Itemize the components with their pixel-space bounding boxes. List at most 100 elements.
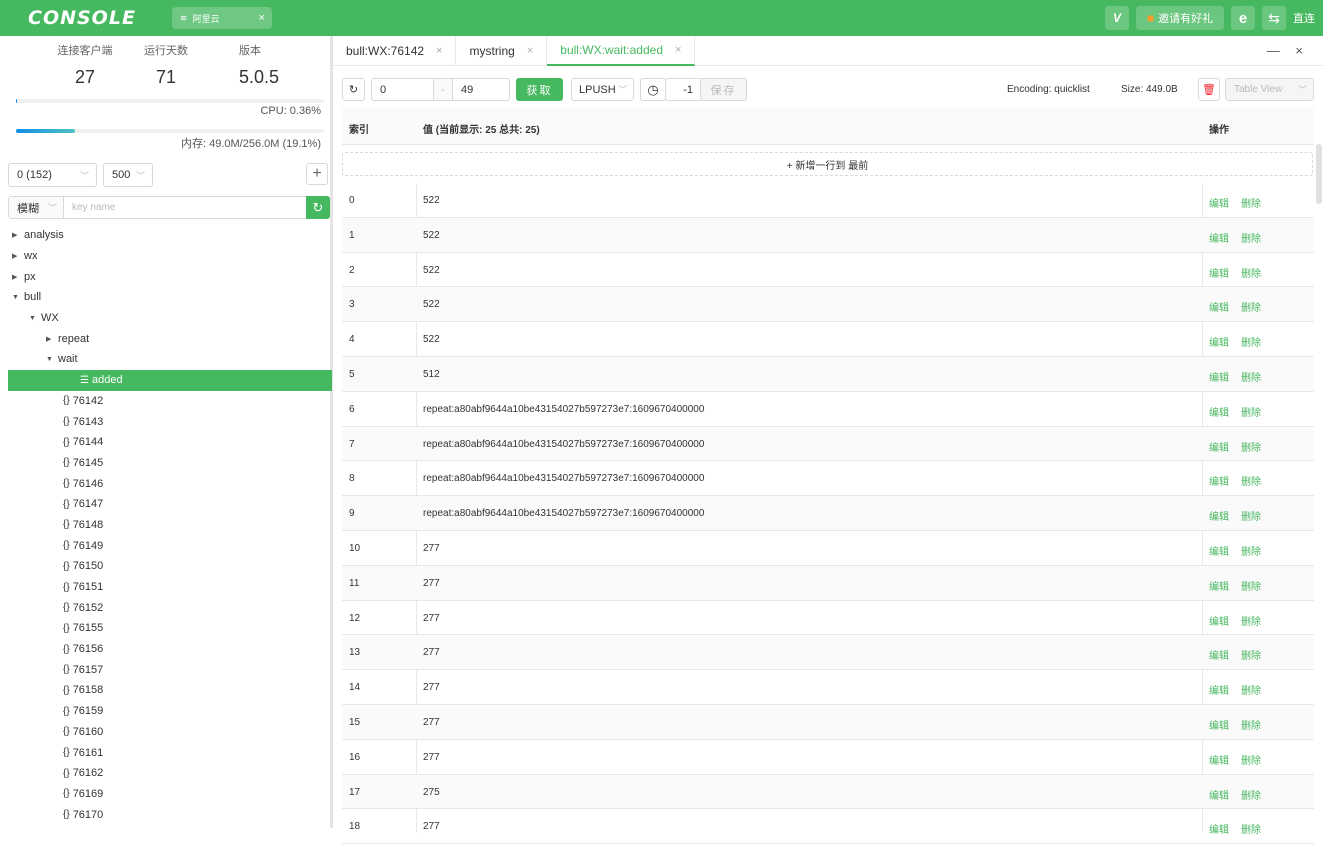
tree-node[interactable]: {} 76161: [8, 742, 332, 763]
edit-button[interactable]: 编辑: [1209, 543, 1229, 558]
delete-button[interactable]: 删除: [1241, 230, 1261, 245]
fetch-button[interactable]: 获取: [516, 78, 563, 101]
delete-button[interactable]: 删除: [1241, 821, 1261, 836]
tree-node[interactable]: {} 76143: [8, 411, 332, 432]
edit-button[interactable]: 编辑: [1209, 787, 1229, 802]
range-start-input[interactable]: 0: [372, 84, 432, 96]
close-icon[interactable]: ×: [436, 45, 442, 57]
edit-button[interactable]: 编辑: [1209, 613, 1229, 628]
edit-button[interactable]: 编辑: [1209, 821, 1229, 836]
add-row-button[interactable]: + 新增一行到 最前: [342, 152, 1313, 176]
edit-button[interactable]: 编辑: [1209, 473, 1229, 488]
tree-node[interactable]: {} 76158: [8, 680, 332, 701]
tree-node[interactable]: ▼ bull: [8, 287, 332, 308]
add-key-button[interactable]: +: [306, 163, 328, 185]
edit-button[interactable]: 编辑: [1209, 682, 1229, 697]
delete-button[interactable]: 删除: [1241, 752, 1261, 767]
invite-button[interactable]: ■ 邀请有好礼: [1136, 6, 1224, 30]
edit-button[interactable]: 编辑: [1209, 230, 1229, 245]
tree-node[interactable]: ▶ analysis: [8, 225, 332, 246]
edit-button[interactable]: 编辑: [1209, 404, 1229, 419]
delete-button[interactable]: 删除: [1241, 682, 1261, 697]
tree-node[interactable]: {} 76152: [8, 597, 332, 618]
caret-right-icon[interactable]: ▶: [12, 252, 24, 260]
edit-button[interactable]: 编辑: [1209, 717, 1229, 732]
edit-button[interactable]: 编辑: [1209, 647, 1229, 662]
tree-node[interactable]: ☰ added: [8, 369, 332, 391]
tree-node[interactable]: {} 76162: [8, 763, 332, 784]
tree-node[interactable]: {} 76142: [8, 391, 332, 412]
tree-node[interactable]: {} 76155: [8, 618, 332, 639]
caret-down-icon[interactable]: ▼: [12, 294, 24, 301]
caret-right-icon[interactable]: ▶: [12, 273, 24, 281]
edit-button[interactable]: 编辑: [1209, 265, 1229, 280]
delete-button[interactable]: 删除: [1241, 404, 1261, 419]
direct-connect-label[interactable]: 直连: [1293, 10, 1315, 26]
tree-node[interactable]: {} 76157: [8, 659, 332, 680]
tree-node[interactable]: {} 76148: [8, 515, 332, 536]
delete-button[interactable]: 删除: [1241, 613, 1261, 628]
tree-node[interactable]: {} 76150: [8, 556, 332, 577]
caret-right-icon[interactable]: ▶: [12, 231, 24, 239]
count-select[interactable]: 500 ﹀: [103, 163, 153, 187]
range-end-input[interactable]: 49: [453, 84, 473, 96]
tree-node[interactable]: {} 76170: [8, 804, 332, 825]
close-icon[interactable]: ×: [527, 45, 533, 57]
delete-button[interactable]: 删除: [1241, 195, 1261, 210]
view-select[interactable]: Table View ﹀: [1225, 78, 1314, 101]
tree-node[interactable]: ▶ wx: [8, 246, 332, 267]
edit-button[interactable]: 编辑: [1209, 508, 1229, 523]
close-icon[interactable]: ×: [675, 44, 681, 56]
tab-key[interactable]: bull:WX:wait:added ×: [547, 36, 696, 66]
edit-button[interactable]: 编辑: [1209, 578, 1229, 593]
delete-button[interactable]: 删除: [1241, 473, 1261, 488]
caret-right-icon[interactable]: ▶: [46, 335, 58, 343]
delete-button[interactable]: 删除: [1241, 265, 1261, 280]
delete-key-button[interactable]: 🗑: [1198, 78, 1220, 101]
edit-button[interactable]: 编辑: [1209, 299, 1229, 314]
tree-node[interactable]: {} 76160: [8, 722, 332, 743]
tab-key[interactable]: mystring ×: [456, 36, 548, 66]
delete-button[interactable]: 删除: [1241, 439, 1261, 454]
window-controls[interactable]: — ×: [1267, 43, 1309, 58]
reload-button[interactable]: ↻: [342, 78, 365, 101]
tree-node[interactable]: {} 76156: [8, 639, 332, 660]
connection-tab[interactable]: ≋ 阿里云 ×: [171, 7, 272, 29]
db-select[interactable]: 0 (152) ﹀: [8, 163, 97, 187]
tab-key[interactable]: bull:WX:76142 ×: [333, 36, 457, 66]
tree-node[interactable]: ▶ px: [8, 266, 332, 287]
caret-down-icon[interactable]: ▼: [46, 356, 58, 363]
save-ttl-button[interactable]: 保存: [700, 78, 747, 101]
caret-down-icon[interactable]: ▼: [29, 315, 41, 322]
refresh-keys-button[interactable]: ↻: [306, 196, 330, 219]
delete-button[interactable]: 删除: [1241, 647, 1261, 662]
edit-button[interactable]: 编辑: [1209, 752, 1229, 767]
delete-button[interactable]: 删除: [1241, 508, 1261, 523]
vip-button[interactable]: V: [1105, 6, 1129, 30]
tree-node[interactable]: ▼ wait: [8, 349, 332, 370]
edit-button[interactable]: 编辑: [1209, 439, 1229, 454]
match-mode-select[interactable]: 模糊 ﹀: [9, 197, 64, 218]
edit-button[interactable]: 编辑: [1209, 195, 1229, 210]
ttl-input[interactable]: -1: [665, 78, 702, 101]
key-search-input[interactable]: [64, 202, 306, 213]
tree-node[interactable]: ▶ repeat: [8, 328, 332, 349]
delete-button[interactable]: 删除: [1241, 787, 1261, 802]
tree-node[interactable]: {} 76149: [8, 535, 332, 556]
switch-button[interactable]: ⇆: [1262, 6, 1286, 30]
tree-node[interactable]: {} 76145: [8, 453, 332, 474]
delete-button[interactable]: 删除: [1241, 299, 1261, 314]
delete-button[interactable]: 删除: [1241, 543, 1261, 558]
delete-button[interactable]: 删除: [1241, 334, 1261, 349]
close-icon[interactable]: ×: [258, 12, 264, 24]
delete-button[interactable]: 删除: [1241, 717, 1261, 732]
delete-button[interactable]: 删除: [1241, 578, 1261, 593]
push-mode-select[interactable]: LPUSH ﹀: [571, 78, 634, 101]
tree-node[interactable]: {} 76151: [8, 577, 332, 598]
tree-node[interactable]: {} 76147: [8, 494, 332, 515]
tree-node[interactable]: {} 76159: [8, 701, 332, 722]
delete-button[interactable]: 删除: [1241, 369, 1261, 384]
tree-node[interactable]: {} 76144: [8, 432, 332, 453]
edit-button[interactable]: 编辑: [1209, 334, 1229, 349]
scrollbar[interactable]: [1316, 144, 1322, 204]
